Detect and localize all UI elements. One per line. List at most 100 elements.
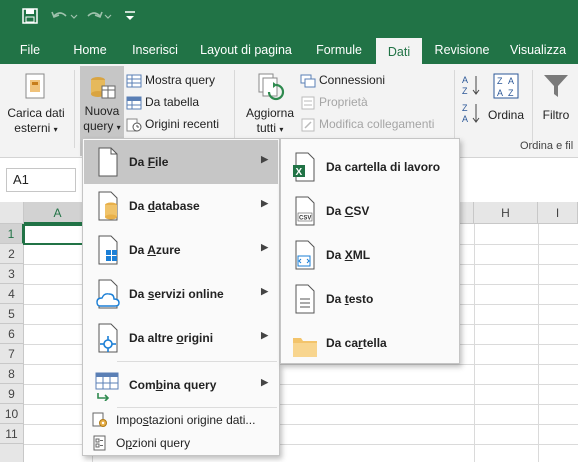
row-header-10[interactable]: 10 bbox=[0, 404, 24, 424]
tab-revisione[interactable]: Revisione bbox=[428, 38, 496, 64]
svg-text:CSV: CSV bbox=[299, 216, 311, 222]
settings-icon bbox=[92, 412, 108, 428]
modifica-collegamenti-button[interactable]: Modifica collegamenti bbox=[300, 114, 434, 134]
database-icon bbox=[94, 190, 122, 222]
submenu-item-da-cartella[interactable]: Da cartella bbox=[282, 316, 458, 360]
row-header-4[interactable]: 4 bbox=[0, 284, 24, 304]
submenu-arrow-icon: ▶ bbox=[261, 198, 268, 208]
grid-line bbox=[474, 224, 475, 462]
row-header-5[interactable]: 5 bbox=[0, 304, 24, 324]
group-ordina-label: Ordina e fil bbox=[520, 140, 574, 152]
ordina-label: Ordina bbox=[487, 108, 525, 122]
name-box[interactable]: A1 bbox=[6, 168, 76, 192]
tab-home[interactable]: Home bbox=[64, 38, 116, 64]
properties-icon bbox=[300, 96, 316, 110]
menu-item-label: Da Azure bbox=[129, 243, 181, 257]
redo-icon[interactable] bbox=[86, 8, 116, 27]
sort-az-button[interactable]: AZ bbox=[462, 74, 482, 96]
select-all-corner[interactable] bbox=[0, 202, 24, 224]
tab-layout-di-pagina[interactable]: Layout di pagina bbox=[194, 38, 298, 64]
submenu-item-da-cartella-di-lavoro[interactable]: X Da cartella di lavoro bbox=[282, 140, 458, 184]
submenu-arrow-icon: ▶ bbox=[261, 286, 268, 296]
combine-icon bbox=[94, 369, 122, 402]
cloud-icon bbox=[94, 278, 122, 310]
tab-inserisci[interactable]: Inserisci bbox=[126, 38, 184, 64]
ribbon-separator bbox=[454, 70, 455, 148]
menu-item-da-azure[interactable]: Da Azure ▶ bbox=[84, 228, 278, 272]
carica-dati-esterni-button[interactable]: Carica dati esterni ▾ bbox=[4, 72, 68, 137]
menu-item-da-altre-origini[interactable]: Da altre origini ▶ bbox=[84, 316, 278, 360]
menu-item-opzioni-query[interactable]: Opzioni query bbox=[84, 432, 278, 454]
connessioni-button[interactable]: Connessioni bbox=[300, 70, 385, 90]
ribbon-separator bbox=[532, 70, 533, 148]
menu-item-label: Combina query bbox=[129, 378, 217, 392]
edit-links-icon bbox=[300, 118, 316, 132]
column-header-i[interactable]: I bbox=[538, 202, 578, 224]
origini-recenti-label: Origini recenti bbox=[145, 117, 220, 131]
nuova-query-menu: Da File ▶ Da database ▶ Da Azure ▶ Da se… bbox=[82, 138, 280, 456]
other-sources-icon bbox=[94, 322, 122, 354]
menu-item-impostazioni-origine-dati[interactable]: Impostazioni origine dati... bbox=[84, 409, 278, 431]
submenu-item-da-testo[interactable]: Da testo bbox=[282, 272, 458, 316]
origini-recenti-button[interactable]: Origini recenti bbox=[126, 114, 219, 134]
new-query-icon bbox=[87, 72, 117, 102]
proprieta-button[interactable]: Proprietà bbox=[300, 92, 368, 112]
options-icon bbox=[92, 435, 108, 451]
tab-file[interactable]: File bbox=[8, 38, 52, 64]
title-bar bbox=[0, 0, 578, 38]
sort-dialog-icon: ZAAZ bbox=[492, 72, 520, 100]
mostra-query-button[interactable]: Mostra query bbox=[126, 70, 215, 90]
sort-za-button[interactable]: ZA bbox=[462, 102, 482, 124]
submenu-arrow-icon: ▶ bbox=[261, 242, 268, 252]
row-header-9[interactable]: 9 bbox=[0, 384, 24, 404]
undo-icon[interactable] bbox=[50, 8, 80, 27]
ribbon-separator bbox=[74, 70, 75, 148]
svg-text:A: A bbox=[462, 75, 468, 85]
da-tabella-button[interactable]: Da tabella bbox=[126, 92, 199, 112]
submenu-arrow-icon: ▶ bbox=[261, 154, 268, 164]
row-header-2[interactable]: 2 bbox=[0, 244, 24, 264]
svg-text:Z: Z bbox=[497, 76, 503, 86]
xml-file-icon bbox=[292, 240, 318, 270]
ribbon-tab-bar: File Home Inserisci Layout di pagina For… bbox=[0, 38, 578, 64]
tab-visualizza[interactable]: Visualizza bbox=[504, 38, 572, 64]
save-icon[interactable] bbox=[22, 8, 38, 27]
menu-item-da-file[interactable]: Da File ▶ bbox=[84, 140, 278, 184]
submenu-item-label: Da XML bbox=[326, 248, 371, 262]
aggiorna-tutti-button[interactable]: Aggiorna tutti ▾ bbox=[240, 72, 300, 137]
submenu-item-label: Da testo bbox=[326, 292, 374, 306]
submenu-item-da-xml[interactable]: Da XML bbox=[282, 228, 458, 272]
row-header-3[interactable]: 3 bbox=[0, 264, 24, 284]
row-header-7[interactable]: 7 bbox=[0, 344, 24, 364]
esterni-label: esterni ▾ bbox=[14, 121, 58, 135]
svg-text:Z: Z bbox=[508, 88, 514, 98]
menu-item-label: Da database bbox=[129, 199, 200, 213]
row-header-12[interactable] bbox=[0, 444, 24, 462]
menu-item-da-servizi-online[interactable]: Da servizi online ▶ bbox=[84, 272, 278, 316]
filtro-button[interactable]: Filtro bbox=[536, 72, 576, 123]
tutti-label: tutti ▾ bbox=[256, 121, 284, 135]
menu-item-da-database[interactable]: Da database ▶ bbox=[84, 184, 278, 228]
svg-text:Z: Z bbox=[462, 103, 468, 113]
submenu-item-label: Da CSV bbox=[326, 204, 370, 218]
query-label: query ▾ bbox=[83, 119, 121, 133]
tab-formule[interactable]: Formule bbox=[308, 38, 370, 64]
column-header-g[interactable] bbox=[460, 202, 474, 224]
menu-item-label: Opzioni query bbox=[116, 436, 191, 450]
menu-item-combina-query[interactable]: Combina query ▶ bbox=[84, 363, 278, 407]
ordina-button[interactable]: ZAAZ Ordina bbox=[486, 72, 526, 123]
submenu-item-da-csv[interactable]: CSV Da CSV bbox=[282, 184, 458, 228]
row-header-1[interactable]: 1 bbox=[0, 224, 24, 244]
menu-item-label: Da altre origini bbox=[129, 331, 214, 345]
customize-qat-icon[interactable] bbox=[124, 8, 136, 27]
tab-dati[interactable]: Dati bbox=[376, 38, 422, 64]
modifica-collegamenti-label: Modifica collegamenti bbox=[319, 117, 435, 131]
connections-icon bbox=[300, 74, 316, 88]
row-header-6[interactable]: 6 bbox=[0, 324, 24, 344]
connessioni-label: Connessioni bbox=[319, 73, 386, 87]
row-header-11[interactable]: 11 bbox=[0, 424, 24, 444]
column-header-h[interactable]: H bbox=[474, 202, 538, 224]
aggiorna-label: Aggiorna bbox=[245, 106, 295, 120]
row-header-8[interactable]: 8 bbox=[0, 364, 24, 384]
submenu-arrow-icon: ▶ bbox=[261, 377, 268, 387]
